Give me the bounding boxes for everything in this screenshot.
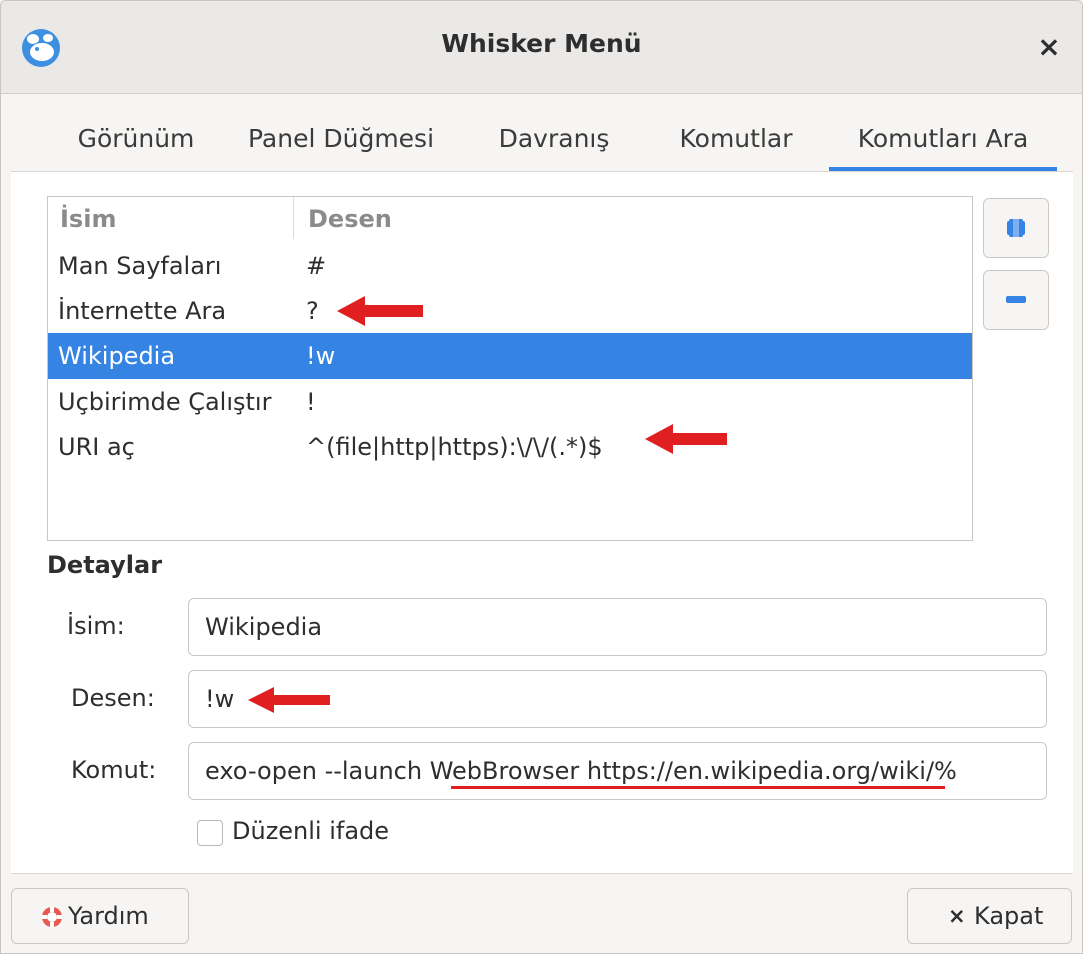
name-field[interactable]: Wikipedia [188, 598, 1047, 656]
list-row[interactable]: İnternette Ara ? [48, 288, 972, 334]
tab-gorunum[interactable]: Görünüm [41, 95, 231, 171]
annotation-underline [451, 786, 945, 789]
close-window-icon[interactable]: × [1031, 27, 1067, 67]
close-icon: × [948, 904, 966, 928]
tab-komutlari-ara[interactable]: Komutları Ara [829, 95, 1057, 171]
row-name: İnternette Ara [58, 297, 227, 325]
list-row-selected[interactable]: Wikipedia !w [48, 333, 972, 379]
column-header-pattern[interactable]: Desen [308, 197, 392, 239]
annotation-arrow-icon [337, 296, 423, 326]
close-button-label: Kapat [974, 902, 1044, 930]
row-name: Man Sayfaları [58, 252, 222, 280]
list-row[interactable]: URI aç ^(file|http|https):\/\/(.*)$ [48, 424, 972, 470]
tab-bar: Görünüm Panel Düğmesi Davranış Komutlar … [11, 95, 1073, 172]
row-name: URI aç [58, 433, 135, 461]
pattern-label: Desen: [71, 684, 155, 712]
tab-komutlar[interactable]: Komutlar [651, 95, 821, 171]
command-field[interactable]: exo-open --launch WebBrowser https://en.… [188, 742, 1047, 800]
row-pattern: !w [306, 342, 336, 370]
list-row[interactable]: Uçbirimde Çalıştır ! [48, 379, 972, 425]
name-label: İsim: [67, 612, 125, 640]
title-bar[interactable]: Whisker Menü × [1, 1, 1082, 94]
minus-icon [1006, 296, 1026, 303]
command-label: Komut: [71, 756, 157, 784]
row-name: Uçbirimde Çalıştır [58, 388, 272, 416]
whisker-menu-dialog: Whisker Menü × Görünüm Panel Düğmesi Dav… [0, 0, 1083, 954]
annotation-arrow-icon [248, 687, 330, 713]
search-actions-list[interactable]: İsim Desen Man Sayfaları # İnternette Ar… [47, 196, 973, 541]
row-name: Wikipedia [58, 342, 176, 370]
list-row[interactable]: Man Sayfaları # [48, 243, 972, 289]
regex-checkbox[interactable] [197, 820, 223, 846]
remove-button[interactable] [983, 270, 1049, 330]
column-header-name[interactable]: İsim [60, 197, 116, 239]
row-pattern: ! [306, 388, 316, 416]
row-pattern: ? [306, 297, 319, 325]
details-heading: Detaylar [47, 551, 163, 579]
regex-label: Düzenli ifade [232, 817, 390, 845]
lifebuoy-icon [42, 907, 62, 927]
plus-icon [1007, 219, 1025, 237]
row-pattern: ^(file|http|https):\/\/(.*)$ [306, 433, 603, 461]
help-button-label: Yardım [68, 902, 149, 930]
annotation-arrow-icon [645, 424, 727, 454]
row-pattern: # [306, 252, 327, 280]
close-button[interactable]: × Kapat [907, 888, 1072, 944]
help-button[interactable]: Yardım [11, 888, 189, 944]
tab-panel-dugmesi[interactable]: Panel Düğmesi [236, 95, 446, 171]
add-button[interactable] [983, 198, 1049, 258]
window-title: Whisker Menü [441, 29, 642, 58]
column-separator [293, 197, 294, 239]
list-header: İsim Desen [48, 197, 972, 239]
tab-davranis[interactable]: Davranış [479, 95, 629, 171]
